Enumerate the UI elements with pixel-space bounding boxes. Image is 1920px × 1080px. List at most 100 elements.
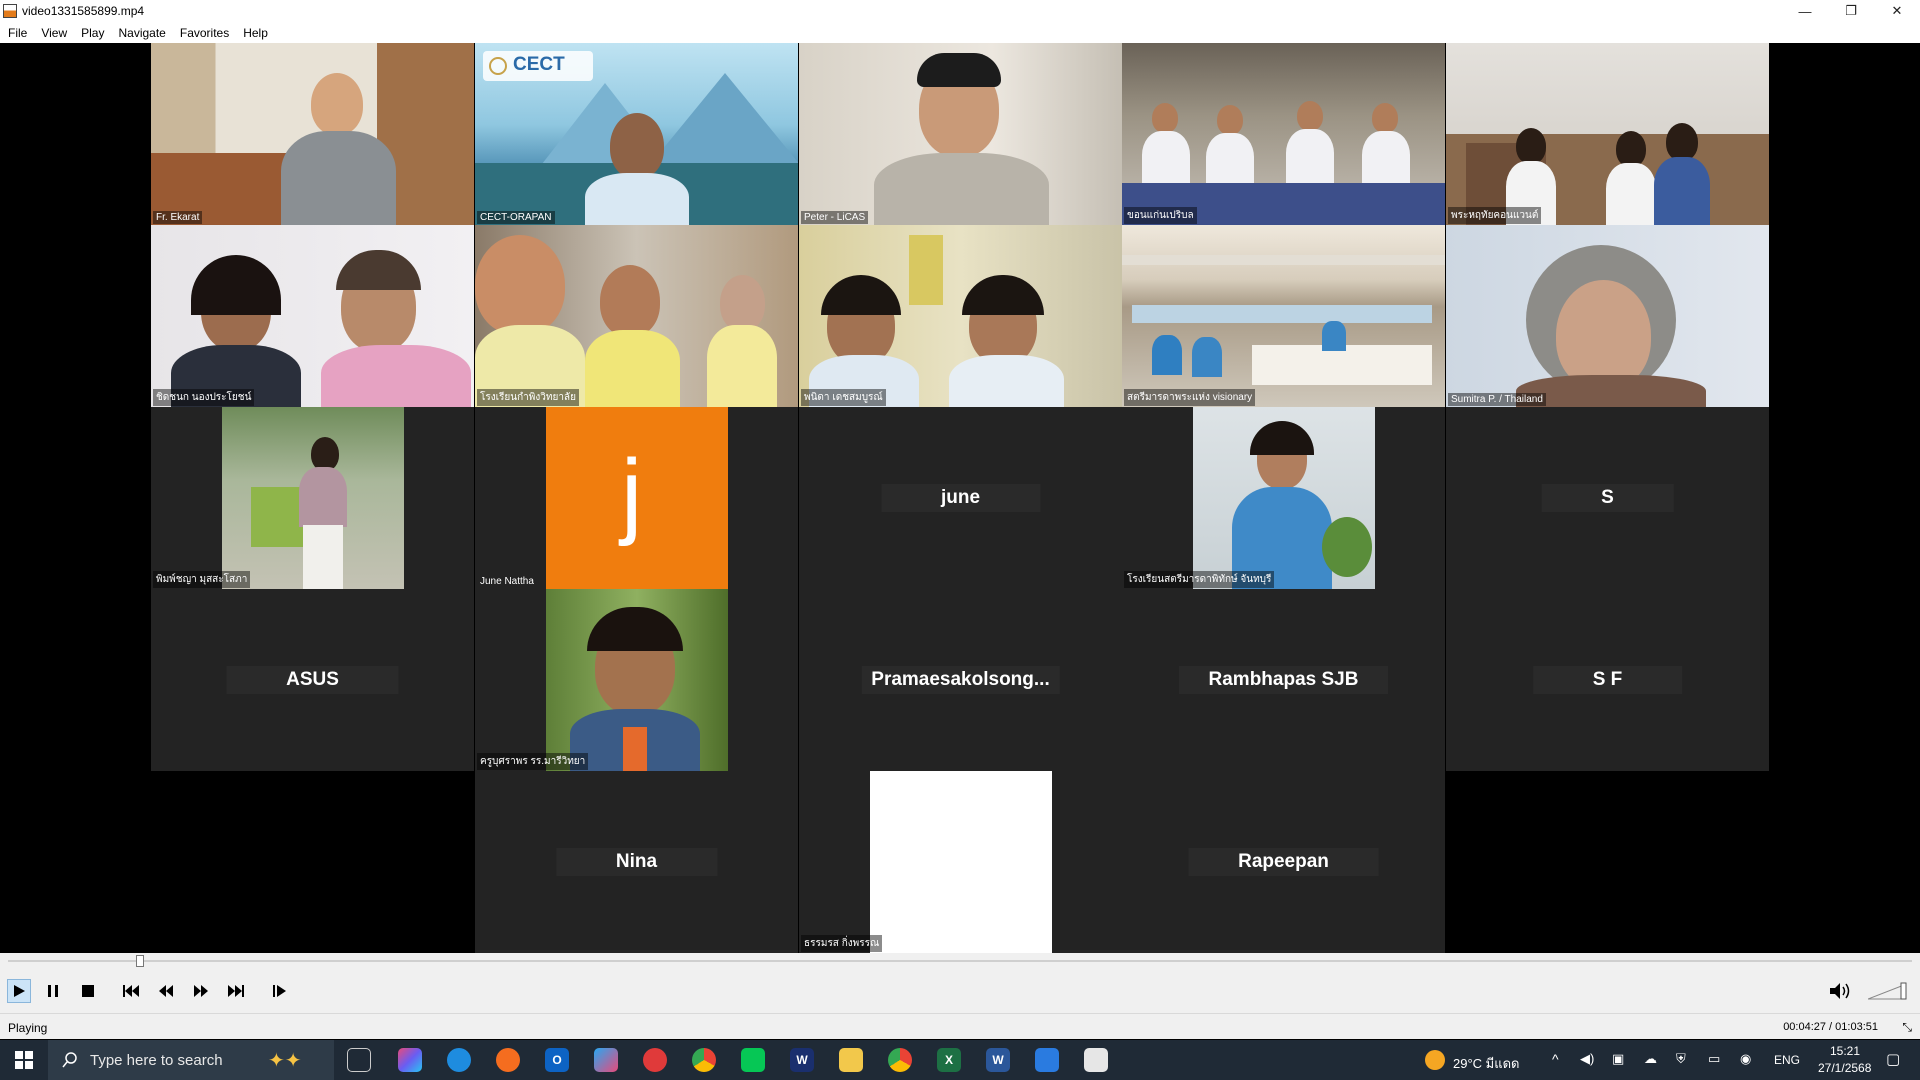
- resize-grip-icon[interactable]: ⤡: [1902, 1020, 1912, 1035]
- wifi-icon[interactable]: ◉: [1740, 1051, 1751, 1067]
- participant-name: Nina: [555, 848, 718, 876]
- previous-button[interactable]: [119, 979, 143, 1003]
- menu-play[interactable]: Play: [81, 26, 104, 40]
- pause-button[interactable]: [41, 979, 65, 1003]
- participant-tile: โรงเรียนสตรีมารดาพิทักษ์ จันทบุรี: [1122, 407, 1445, 589]
- skip-forward-icon: [228, 985, 244, 997]
- participant-tile: ขอนแก่นเปริบล: [1122, 43, 1445, 225]
- participant-tile: S F: [1446, 589, 1769, 771]
- participant-tile: Fr. Ekarat: [151, 43, 474, 225]
- play-button[interactable]: [7, 979, 31, 1003]
- webex-icon[interactable]: W: [790, 1048, 814, 1072]
- title-bar: video1331585899.mp4 — ❐ ✕: [0, 0, 1920, 22]
- participant-tile: Peter - LiCAS: [799, 43, 1122, 225]
- video-frame[interactable]: Fr. Ekarat CECT CECT-ORAPAN Peter - LiCA…: [0, 43, 1920, 953]
- edge-icon[interactable]: [447, 1048, 471, 1072]
- notification-icon[interactable]: ▢: [1886, 1050, 1900, 1068]
- seek-track[interactable]: [8, 960, 1912, 962]
- rewind-button[interactable]: [154, 979, 178, 1003]
- participant-name: พิมพ์ชญา มุสสะโสภา: [153, 571, 251, 588]
- participant-tile: พิมพ์ชญา มุสสะโสภา: [151, 407, 474, 589]
- stop-button[interactable]: [76, 979, 100, 1003]
- participant-name: Peter - LiCAS: [801, 211, 869, 224]
- fast-forward-button[interactable]: [189, 979, 213, 1003]
- m365-icon[interactable]: [594, 1048, 618, 1072]
- participant-name: june: [880, 484, 1041, 512]
- window-title: video1331585899.mp4: [22, 4, 145, 18]
- app-red-icon[interactable]: [643, 1048, 667, 1072]
- frame-step-button[interactable]: [268, 979, 292, 1003]
- line-icon[interactable]: [741, 1048, 765, 1072]
- start-button[interactable]: [0, 1040, 48, 1080]
- participant-name: Sumitra P. / Thailand: [1448, 393, 1546, 406]
- cect-logo: CECT: [513, 54, 565, 75]
- taskbar-search[interactable]: Type here to search ✦✦: [48, 1040, 334, 1080]
- excel-icon[interactable]: X: [937, 1048, 961, 1072]
- participant-tile: Sumitra P. / Thailand: [1446, 225, 1769, 407]
- participant-name: ธรรมรส กิ่งพรรณ: [801, 935, 883, 952]
- menu-view[interactable]: View: [41, 26, 67, 40]
- weather-text[interactable]: 29°C มีแดด: [1453, 1053, 1520, 1074]
- firefox-icon[interactable]: [496, 1048, 520, 1072]
- next-button[interactable]: [224, 979, 248, 1003]
- copilot-icon[interactable]: [398, 1048, 422, 1072]
- participant-tile: โรงเรียนกำพิงวิทยาลัย: [475, 225, 798, 407]
- participant-tile: Pramaesakolsong...: [799, 589, 1122, 771]
- participant-tile: j June Nattha: [475, 407, 798, 589]
- participant-name: Pramaesakolsong...: [861, 666, 1060, 694]
- participant-tile: CECT CECT-ORAPAN: [475, 43, 798, 225]
- play-icon: [14, 985, 25, 997]
- participant-tile: ชิดชนก นองประโยชน์: [151, 225, 474, 407]
- menu-file[interactable]: File: [8, 26, 27, 40]
- seek-handle[interactable]: [136, 955, 144, 967]
- chrome-icon[interactable]: [692, 1048, 716, 1072]
- speaker-icon: [1830, 983, 1850, 999]
- participant-name: S F: [1532, 666, 1683, 694]
- windows-icon: [15, 1051, 33, 1069]
- file-explorer-icon[interactable]: [839, 1048, 863, 1072]
- participant-tile: S: [1446, 407, 1769, 589]
- security-icon[interactable]: ⛨: [1676, 1051, 1686, 1067]
- participant-tile: ครูบุศราพร รร.มารีวิทยา: [475, 589, 798, 771]
- pause-icon: [48, 985, 58, 997]
- volume-button[interactable]: [1828, 979, 1852, 1003]
- participant-name: June Nattha: [480, 576, 534, 587]
- menu-bar: File View Play Navigate Favorites Help: [0, 22, 1920, 43]
- word-icon[interactable]: W: [986, 1048, 1010, 1072]
- photos-icon[interactable]: [1035, 1048, 1059, 1072]
- weather-icon[interactable]: [1425, 1050, 1445, 1070]
- camera-icon[interactable]: ▣: [1612, 1051, 1624, 1067]
- task-view-icon[interactable]: [347, 1048, 371, 1072]
- participant-name: Rambhapas SJB: [1178, 666, 1389, 694]
- stop-icon: [82, 985, 94, 997]
- menu-help[interactable]: Help: [243, 26, 268, 40]
- close-button[interactable]: ✕: [1874, 0, 1920, 22]
- chevron-up-icon[interactable]: ^: [1552, 1051, 1559, 1067]
- participant-tile: พระหฤทัยคอนแวนต์: [1446, 43, 1769, 225]
- participant-name: ครูบุศราพร รร.มารีวิทยา: [477, 753, 589, 770]
- chrome-icon-2[interactable]: [888, 1048, 912, 1072]
- language-indicator[interactable]: ENG: [1774, 1053, 1800, 1067]
- seek-bar[interactable]: [0, 953, 1920, 969]
- media-player-taskbar-icon[interactable]: [1084, 1048, 1108, 1072]
- participant-tile: Rambhapas SJB: [1122, 589, 1445, 771]
- clock-date[interactable]: 27/1/2568: [1818, 1061, 1871, 1075]
- menu-navigate[interactable]: Navigate: [118, 26, 165, 40]
- cloud-icon[interactable]: ☁: [1644, 1051, 1657, 1067]
- participant-name: สตรีมารดาพระแห่ง visionary: [1124, 389, 1256, 406]
- clock-time[interactable]: 15:21: [1830, 1044, 1860, 1058]
- participant-name: CECT-ORAPAN: [477, 211, 555, 224]
- volume-icon[interactable]: ◀): [1580, 1051, 1594, 1067]
- participant-tile: Rapeepan: [1122, 771, 1445, 953]
- skip-back-icon: [123, 985, 139, 997]
- playback-time: 00:04:27 / 01:03:51: [1783, 1021, 1878, 1033]
- participant-name: Fr. Ekarat: [153, 211, 203, 224]
- network-icon[interactable]: ▭: [1708, 1051, 1720, 1067]
- outlook-icon[interactable]: O: [545, 1048, 569, 1072]
- maximize-button[interactable]: ❐: [1828, 0, 1874, 22]
- volume-slider[interactable]: [1867, 981, 1912, 1001]
- minimize-button[interactable]: —: [1782, 0, 1828, 22]
- participant-tile: june: [799, 407, 1122, 589]
- menu-favorites[interactable]: Favorites: [180, 26, 229, 40]
- participant-name: พนิดา เดชสมบูรณ์: [801, 389, 886, 406]
